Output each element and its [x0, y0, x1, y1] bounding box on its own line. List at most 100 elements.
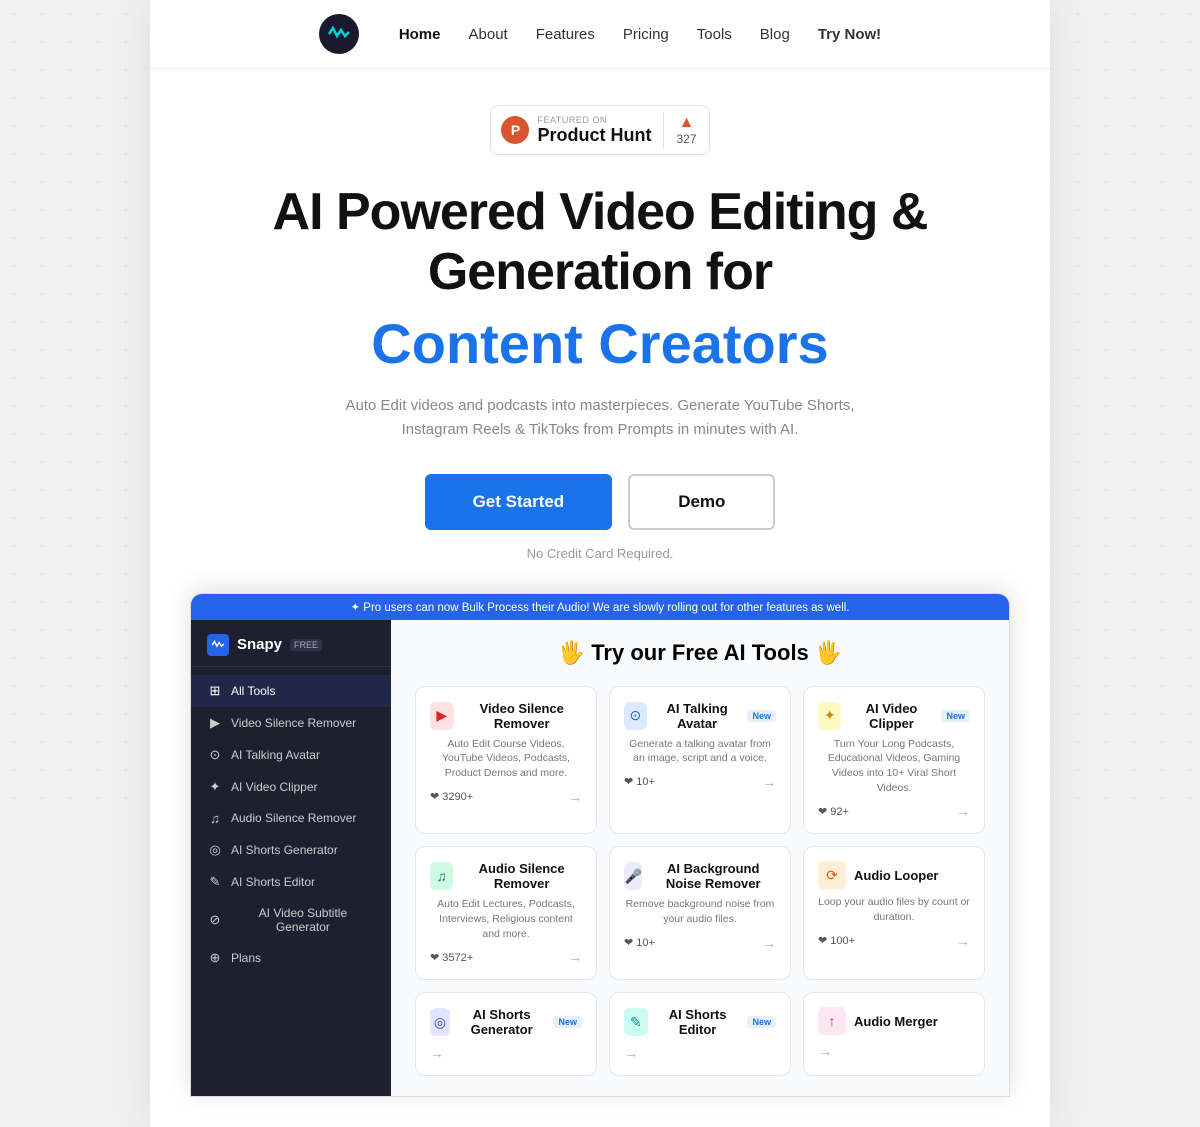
sidebar-item-ai-shorts-editor[interactable]: ✎ AI Shorts Editor — [191, 866, 391, 898]
ph-upvote: ▲ 327 — [676, 114, 696, 146]
nav-home[interactable]: Home — [399, 26, 441, 43]
sidebar-item-label: AI Shorts Generator — [231, 843, 338, 857]
app-main-title: 🖐 Try our Free AI Tools 🖐 — [415, 640, 985, 666]
tool-title: AI Shorts Editor — [656, 1007, 740, 1037]
sidebar-item-label: All Tools — [231, 684, 275, 698]
tool-card-audio-looper[interactable]: ⟳ Audio Looper Loop your audio files by … — [803, 846, 985, 980]
sidebar-item-label: Audio Silence Remover — [231, 811, 356, 825]
tool-title: Video Silence Remover — [462, 701, 583, 731]
tool-likes: ❤ 3572+ — [430, 951, 473, 964]
new-badge: New — [747, 710, 776, 722]
app-sidebar: Snapy FREE ⊞ All Tools ▶ Video Silence R… — [191, 620, 391, 1097]
tool-likes: ❤ 10+ — [624, 936, 655, 949]
ph-product-name: Product Hunt — [537, 125, 651, 146]
nav-about[interactable]: About — [469, 26, 508, 43]
tool-card-header: ▶ Video Silence Remover — [430, 701, 582, 731]
sidebar-item-subtitle-gen[interactable]: ⊘ AI Video Subtitle Generator — [191, 898, 391, 942]
ai-shorts-gen-icon: ◎ — [207, 842, 223, 858]
tool-card-header: ◎ AI Shorts Generator New — [430, 1007, 582, 1037]
tool-title: Audio Silence Remover — [461, 861, 582, 891]
nav-try-now[interactable]: Try Now! — [818, 26, 881, 43]
tool-card-header: ✎ AI Shorts Editor New — [624, 1007, 776, 1037]
tool-card-shorts-gen[interactable]: ◎ AI Shorts Generator New → — [415, 992, 597, 1076]
sidebar-free-badge: FREE — [290, 639, 322, 651]
app-topbar: ✦ Pro users can now Bulk Process their A… — [191, 594, 1009, 620]
get-started-button[interactable]: Get Started — [425, 474, 613, 530]
sidebar-menu: ⊞ All Tools ▶ Video Silence Remover ⊙ AI… — [191, 667, 391, 982]
sidebar-item-label: AI Shorts Editor — [231, 875, 315, 889]
tool-card-shorts-editor[interactable]: ✎ AI Shorts Editor New → — [609, 992, 791, 1076]
ph-text: FEATURED ON Product Hunt — [537, 115, 651, 146]
no-credit-card-text: No Credit Card Required. — [527, 546, 674, 561]
tool-desc: Turn Your Long Podcasts, Educational Vid… — [818, 737, 970, 796]
ai-talking-avatar-icon: ⊙ — [207, 747, 223, 763]
tool-card-audio-merger[interactable]: ↑ Audio Merger → — [803, 992, 985, 1076]
tool-desc: Generate a talking avatar from an image,… — [624, 737, 776, 766]
tool-card-audio-silence[interactable]: ♫ Audio Silence Remover Auto Edit Lectur… — [415, 846, 597, 980]
sidebar-item-video-silence[interactable]: ▶ Video Silence Remover — [191, 707, 391, 739]
tool-card-header: 🎤 AI Background Noise Remover — [624, 861, 776, 891]
sidebar-item-audio-silence[interactable]: ♫ Audio Silence Remover — [191, 803, 391, 834]
tool-arrow-icon: → — [956, 803, 970, 819]
tool-card-header: ♫ Audio Silence Remover — [430, 861, 582, 891]
tool-footer: → — [818, 1043, 970, 1059]
tool-icon-shorts-editor: ✎ — [624, 1008, 648, 1036]
tool-icon-audio-silence: ♫ — [430, 862, 453, 890]
tool-card-ai-clipper[interactable]: ✦ AI Video Clipper New Turn Your Long Po… — [803, 686, 985, 835]
tools-grid: ▶ Video Silence Remover Auto Edit Course… — [415, 686, 985, 1077]
tool-footer: → — [430, 1045, 582, 1061]
sidebar-brand-name: Snapy — [237, 636, 282, 653]
tool-card-header: ✦ AI Video Clipper New — [818, 701, 970, 731]
tool-desc: Auto Edit Course Videos, YouTube Videos,… — [430, 737, 582, 781]
tool-card-header: ⟳ Audio Looper — [818, 861, 970, 889]
plans-icon: ⊕ — [207, 950, 223, 966]
nav-blog[interactable]: Blog — [760, 26, 790, 43]
product-hunt-badge[interactable]: P FEATURED ON Product Hunt ▲ 327 — [490, 105, 709, 155]
all-tools-icon: ⊞ — [207, 683, 223, 699]
demo-button[interactable]: Demo — [628, 474, 775, 530]
audio-silence-icon: ♫ — [207, 811, 223, 826]
tool-footer: ❤ 92+ → — [818, 803, 970, 819]
sidebar-item-ai-shorts-gen[interactable]: ◎ AI Shorts Generator — [191, 834, 391, 866]
tool-card-noise-remover[interactable]: 🎤 AI Background Noise Remover Remove bac… — [609, 846, 791, 980]
tool-icon-ai-avatar: ⊙ — [624, 702, 647, 730]
tool-icon-video-silence: ▶ — [430, 702, 454, 730]
tool-likes: ❤ 10+ — [624, 775, 655, 788]
tool-title: AI Talking Avatar — [655, 701, 740, 731]
nav-features[interactable]: Features — [536, 26, 595, 43]
sidebar-item-label: AI Talking Avatar — [231, 748, 320, 762]
tool-title: Audio Looper — [854, 868, 939, 883]
logo[interactable] — [319, 14, 359, 54]
new-badge: New — [747, 1016, 776, 1028]
nav-links: Home About Features Pricing Tools Blog T… — [399, 26, 881, 43]
tool-footer: ❤ 100+ → — [818, 933, 970, 949]
cta-buttons: Get Started Demo — [425, 474, 776, 530]
tool-arrow-icon: → — [956, 933, 970, 949]
sidebar-item-plans[interactable]: ⊕ Plans — [191, 942, 391, 974]
app-body: Snapy FREE ⊞ All Tools ▶ Video Silence R… — [191, 620, 1009, 1097]
sidebar-item-ai-talking-avatar[interactable]: ⊙ AI Talking Avatar — [191, 739, 391, 771]
sidebar-item-ai-video-clipper[interactable]: ✦ AI Video Clipper — [191, 771, 391, 803]
app-main-content: 🖐 Try our Free AI Tools 🖐 ▶ Video Silenc… — [391, 620, 1009, 1097]
tool-arrow-icon: → — [568, 789, 582, 805]
video-silence-icon: ▶ — [207, 715, 223, 731]
ph-logo-icon: P — [501, 116, 529, 144]
tool-likes: ❤ 92+ — [818, 805, 849, 818]
tool-arrow-icon: → — [762, 935, 776, 951]
tool-footer: ❤ 3572+ → — [430, 949, 582, 965]
new-badge: New — [553, 1016, 582, 1028]
new-badge: New — [941, 710, 970, 722]
nav-tools[interactable]: Tools — [697, 26, 732, 43]
sidebar-item-all-tools[interactable]: ⊞ All Tools — [191, 675, 391, 707]
tool-card-video-silence[interactable]: ▶ Video Silence Remover Auto Edit Course… — [415, 686, 597, 835]
tool-arrow-icon: → — [762, 774, 776, 790]
tool-arrow-icon: → — [624, 1045, 638, 1061]
sidebar-item-label: AI Video Clipper — [231, 780, 318, 794]
tool-title: AI Background Noise Remover — [650, 861, 776, 891]
tool-desc: Remove background noise from your audio … — [624, 897, 776, 926]
tool-desc: Loop your audio files by count or durati… — [818, 895, 970, 924]
tool-card-ai-avatar[interactable]: ⊙ AI Talking Avatar New Generate a talki… — [609, 686, 791, 835]
tool-footer: ❤ 10+ → — [624, 935, 776, 951]
hero-headline: AI Powered Video Editing & Generation fo… — [273, 183, 928, 303]
nav-pricing[interactable]: Pricing — [623, 26, 669, 43]
